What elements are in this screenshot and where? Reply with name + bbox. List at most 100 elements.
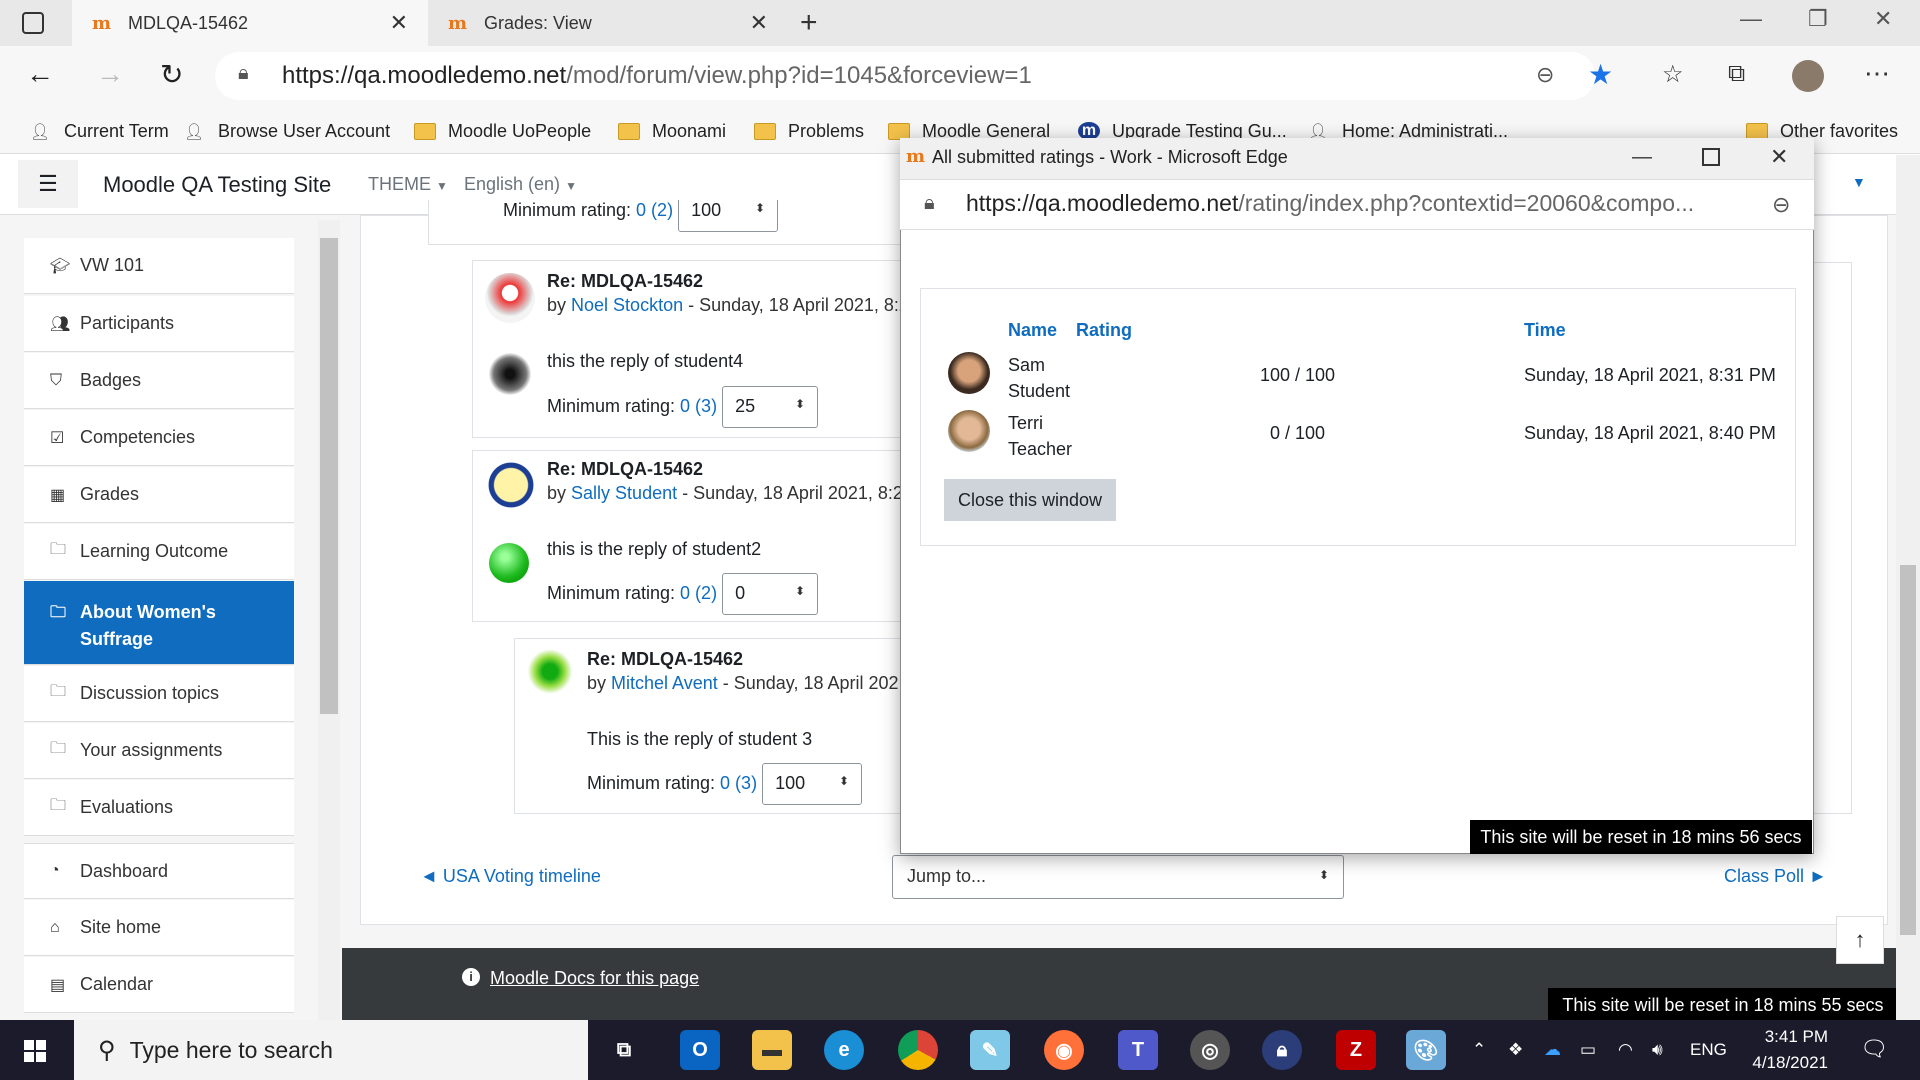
edge-icon[interactable]: e xyxy=(824,1030,864,1070)
rating-select[interactable]: 0 ⬍ xyxy=(722,573,819,615)
search-placeholder: Type here to search xyxy=(129,1036,333,1063)
sidebar-item-dashboard[interactable]: ◔ Dashboard xyxy=(24,843,294,899)
moodle-docs-link[interactable]: Moodle Docs for this page xyxy=(490,968,699,989)
taskbar-search[interactable]: ⚲ Type here to search xyxy=(74,1020,588,1080)
minimize-icon[interactable]: — xyxy=(1740,6,1762,32)
firefox-icon[interactable]: ◉ xyxy=(1044,1030,1084,1070)
sidebar-item-about-womens-suffrage[interactable]: 🗀 About Women's Suffrage xyxy=(24,581,294,665)
col-header-time[interactable]: Time xyxy=(1524,320,1566,341)
teams-icon[interactable]: T xyxy=(1118,1030,1158,1070)
post-body: This is the reply of student 3 xyxy=(587,729,813,749)
rating-select[interactable]: 25 ⬍ xyxy=(722,386,819,428)
back-icon[interactable]: ← xyxy=(26,58,54,90)
page-scrollbar-thumb[interactable] xyxy=(1900,565,1916,935)
notepad-icon[interactable]: ✎ xyxy=(970,1030,1010,1070)
next-activity-link[interactable]: Class Poll ► xyxy=(1724,866,1827,887)
paint-icon[interactable]: 🎨︎ xyxy=(1406,1030,1446,1070)
close-window-button[interactable]: Close this window xyxy=(944,479,1116,521)
profile-avatar[interactable] xyxy=(1792,60,1824,92)
fav-moodle-uopeople[interactable]: Moodle UoPeople xyxy=(414,112,591,150)
battery-icon[interactable]: ▭ xyxy=(1580,1040,1596,1060)
post-byline: by Mitchel Avent - Sunday, 18 April 202 xyxy=(587,673,899,694)
outlook-icon[interactable]: O xyxy=(680,1030,720,1070)
zoom-icon[interactable]: ⊖ xyxy=(1772,192,1790,218)
select-arrows-icon: ⬍ xyxy=(795,584,806,598)
close-tab-icon[interactable]: ✕ xyxy=(390,10,408,36)
favorites-icon[interactable]: ☆ xyxy=(1662,60,1684,89)
restore-icon[interactable]: ❐ xyxy=(1808,6,1828,32)
col-header-name[interactable]: Name xyxy=(1008,320,1057,341)
onedrive-icon[interactable]: ☁ xyxy=(1544,1040,1561,1060)
notifications-icon[interactable]: 🗨︎ xyxy=(1860,1036,1888,1062)
security-app-icon[interactable]: 🔒︎ xyxy=(1262,1030,1302,1070)
col-header-rating[interactable]: Rating xyxy=(1076,320,1132,341)
collections-icon[interactable]: ⧉ xyxy=(1728,60,1745,88)
language-indicator[interactable]: ENG xyxy=(1690,1040,1727,1060)
new-tab-icon[interactable]: + xyxy=(800,6,818,40)
sidebar-item-badges[interactable]: ⛉ Badges xyxy=(24,353,294,409)
tab-mdlqa[interactable]: m MDLQA-15462 ✕ xyxy=(72,0,428,46)
back-to-top-button[interactable]: ↑ xyxy=(1836,916,1884,964)
popup-url[interactable]: https://qa.moodledemo.net/rating/index.p… xyxy=(966,190,1694,217)
prev-activity-link[interactable]: ◄ USA Voting timeline xyxy=(420,866,601,887)
sidebar-item-calendar[interactable]: ▤ Calendar xyxy=(24,957,294,1013)
author-link[interactable]: Sally Student xyxy=(571,483,677,503)
rating-select[interactable]: 100 ⬍ xyxy=(678,200,779,232)
filezilla-icon[interactable]: Z xyxy=(1336,1030,1376,1070)
fav-moonami[interactable]: Moonami xyxy=(618,112,726,150)
popup-maximize-icon[interactable] xyxy=(1702,148,1720,166)
show-hidden-icons[interactable]: ⌃ xyxy=(1472,1040,1486,1060)
edge-tab-actions-icon[interactable] xyxy=(22,12,44,34)
url-text[interactable]: https://qa.moodledemo.net/mod/forum/view… xyxy=(282,62,1032,90)
more-icon[interactable]: ⋯ xyxy=(1864,58,1890,89)
rating-count-link[interactable]: 0 (2) xyxy=(680,583,717,603)
site-name[interactable]: Moodle QA Testing Site xyxy=(103,172,331,198)
sidebar-item-discussion-topics[interactable]: 🗀 Discussion topics xyxy=(24,666,294,722)
fav-current-term[interactable]: 👤︎ Current Term xyxy=(30,112,169,150)
fav-problems[interactable]: Problems xyxy=(754,112,864,150)
forward-icon[interactable]: → xyxy=(96,58,124,90)
fav-browse-user-account[interactable]: 👤︎ Browse User Account xyxy=(184,112,390,150)
language-menu[interactable]: English (en) ▼ xyxy=(464,174,577,195)
file-explorer-icon[interactable]: ▬ xyxy=(752,1030,792,1070)
drawer-scrollbar-thumb[interactable] xyxy=(320,238,338,714)
rater-first-name: Sam xyxy=(1008,355,1046,375)
sidebar-item-evaluations[interactable]: 🗀 Evaluations xyxy=(24,780,294,836)
sidebar-item-competencies[interactable]: ☑ Competencies xyxy=(24,410,294,466)
rating-count-link[interactable]: 0 (3) xyxy=(720,773,757,793)
favorite-star-icon[interactable]: ★ xyxy=(1588,58,1613,91)
user-menu-caret-icon[interactable]: ▼ xyxy=(1852,174,1866,190)
rating-select[interactable]: 100 ⬍ xyxy=(762,763,863,805)
dropbox-icon[interactable]: ❖ xyxy=(1508,1040,1523,1060)
close-tab-icon[interactable]: ✕ xyxy=(750,10,768,36)
media-player-icon[interactable]: ◎ xyxy=(1190,1030,1230,1070)
popup-minimize-icon[interactable]: — xyxy=(1632,146,1652,169)
sidebar-item-grades[interactable]: ▦ Grades xyxy=(24,467,294,523)
jump-to-select[interactable]: Jump to... ⬍ xyxy=(892,855,1344,899)
task-view-icon[interactable]: ⧉ xyxy=(604,1030,644,1070)
sidebar-item-course[interactable]: 🎓︎ VW 101 xyxy=(24,238,294,294)
zoom-icon[interactable]: ⊖ xyxy=(1536,62,1554,88)
popup-close-icon[interactable]: ✕ xyxy=(1770,144,1788,170)
wifi-icon[interactable]: ◠ xyxy=(1618,1040,1633,1060)
theme-menu[interactable]: THEME ▼ xyxy=(368,174,448,195)
clock[interactable]: 3:41 PM 4/18/2021 xyxy=(1742,1024,1828,1076)
refresh-icon[interactable]: ↻ xyxy=(160,58,183,91)
volume-icon[interactable]: 🔊︎ xyxy=(1652,1040,1663,1060)
folder-icon xyxy=(754,122,776,140)
sidebar-item-site-home[interactable]: ⌂ Site home xyxy=(24,900,294,956)
search-icon: ⚲ xyxy=(98,1036,116,1064)
rating-count-link[interactable]: 0 (2) xyxy=(636,200,673,220)
sidebar-item-participants[interactable]: 👥︎ Participants xyxy=(24,296,294,352)
close-window-icon[interactable]: ✕ xyxy=(1874,6,1892,32)
rating-count-link[interactable]: 0 (3) xyxy=(680,396,717,416)
lock-icon[interactable]: 🔒︎ xyxy=(238,62,249,85)
sidebar-item-learning-outcome[interactable]: 🗀 Learning Outcome xyxy=(24,524,294,580)
author-link[interactable]: Noel Stockton xyxy=(571,295,683,315)
hamburger-menu-icon[interactable]: ☰ xyxy=(18,160,78,208)
tab-grades[interactable]: m Grades: View ✕ xyxy=(432,0,786,46)
sidebar-item-your-assignments[interactable]: 🗀 Your assignments xyxy=(24,723,294,779)
windows-start-icon[interactable] xyxy=(24,1040,46,1062)
chrome-icon[interactable] xyxy=(898,1030,938,1070)
author-link[interactable]: Mitchel Avent xyxy=(611,673,718,693)
